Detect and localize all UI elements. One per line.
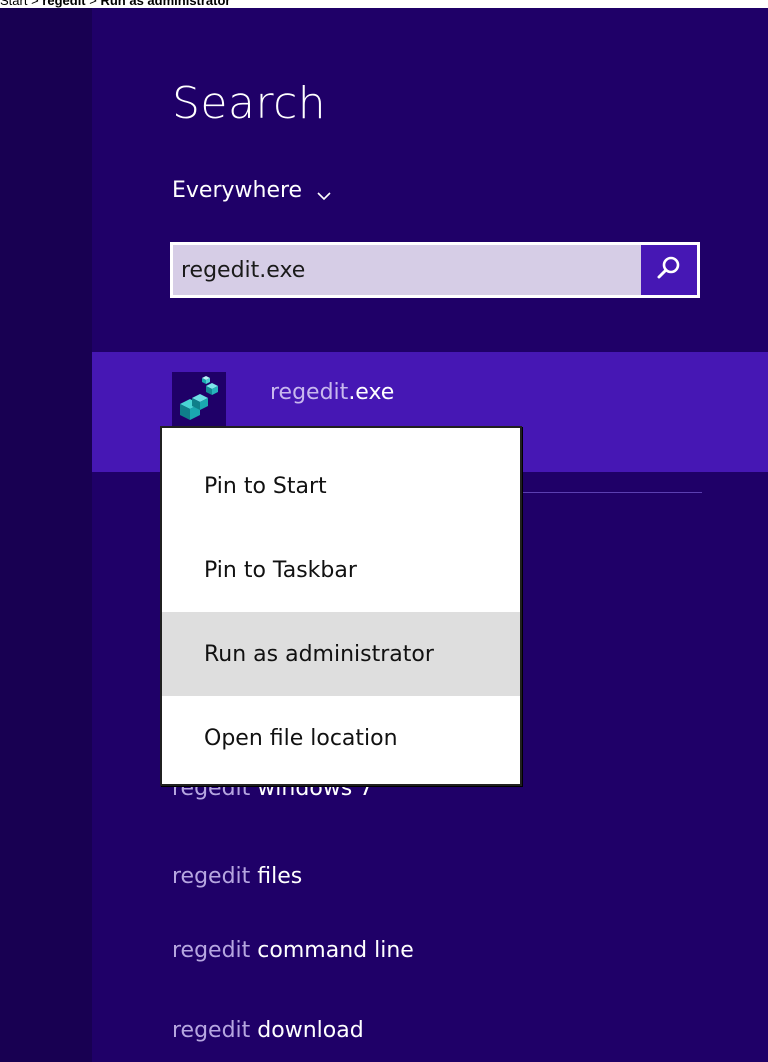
caption-start: Start [0, 0, 28, 8]
search-input[interactable] [173, 244, 643, 296]
scope-label: Everywhere [172, 178, 303, 203]
registry-editor-icon [172, 372, 226, 426]
suggestion-rest: files [250, 864, 303, 889]
caption-sep-1: > [27, 0, 43, 8]
caption-regedit: regedit [42, 0, 86, 8]
instruction-caption: Start > regedit > Run as administrator [0, 0, 231, 8]
left-strip [0, 8, 92, 1062]
result-rest-text: .exe [348, 380, 395, 405]
result-match-text: regedit [270, 380, 349, 405]
menu-item-run-as-administrator[interactable]: Run as administrator [162, 612, 520, 696]
chevron-down-icon [316, 185, 332, 201]
search-button[interactable] [641, 245, 697, 295]
suggestion-item[interactable]: regedit command line [172, 938, 414, 963]
search-charm-panel: Search Everywhere regedit.exe regedit.ex… [0, 8, 768, 1062]
suggestion-match: regedit [172, 1018, 251, 1043]
suggestion-rest: command line [250, 938, 414, 963]
suggestion-rest: download [250, 1018, 364, 1043]
search-heading: Search [172, 78, 327, 129]
suggestion-match: regedit [172, 938, 251, 963]
caption-sep-2: > [85, 0, 101, 8]
caption-run-as-admin: Run as administrator [100, 0, 231, 8]
menu-item-pin-to-taskbar[interactable]: Pin to Taskbar [162, 528, 520, 612]
context-menu: Pin to Start Pin to Taskbar Run as admin… [160, 426, 522, 786]
search-box [170, 242, 700, 298]
menu-item-open-file-location[interactable]: Open file location [162, 696, 520, 780]
search-box-inner [173, 244, 697, 296]
suggestion-item[interactable]: regedit files [172, 864, 302, 889]
result-title: regedit.exe [270, 380, 394, 405]
suggestion-item[interactable]: regedit download [172, 1018, 364, 1043]
menu-item-pin-to-start[interactable]: Pin to Start [162, 444, 520, 528]
scope-dropdown[interactable]: Everywhere [172, 178, 332, 203]
magnifier-icon [656, 255, 682, 285]
suggestion-match: regedit [172, 864, 251, 889]
